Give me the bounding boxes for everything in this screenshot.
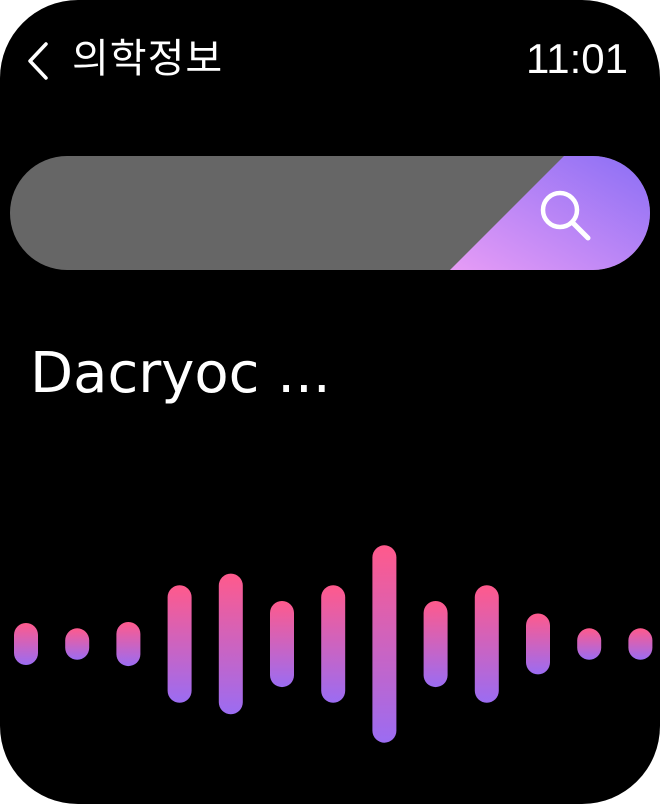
app-header: 의학정보 11:01 [0,28,660,92]
waveform-bar [321,585,346,703]
waveform-bar [116,622,141,667]
watch-screen: 의학정보 11:01 Dacryoc ... [0,0,660,804]
search-input[interactable] [46,156,470,270]
page-title: 의학정보 [72,36,224,82]
back-button[interactable] [18,32,66,88]
search-bar [10,156,650,270]
recognized-text: Dacryoc ... [30,341,331,406]
search-icon [536,186,596,250]
waveform-bar [423,601,448,688]
waveform-bar [526,613,550,675]
waveform-bar [14,623,38,665]
waveform-bar [372,545,397,743]
search-button[interactable] [450,156,650,270]
waveform-bar [577,628,602,660]
waveform-bar [270,601,294,688]
waveform-bar [628,628,653,660]
voice-waveform [14,545,653,743]
waveform-bar [167,585,192,703]
waveform-bar [65,628,90,660]
clock-time: 11:01 [526,35,628,82]
waveform-bar [218,573,243,715]
waveform-bar [474,585,499,703]
